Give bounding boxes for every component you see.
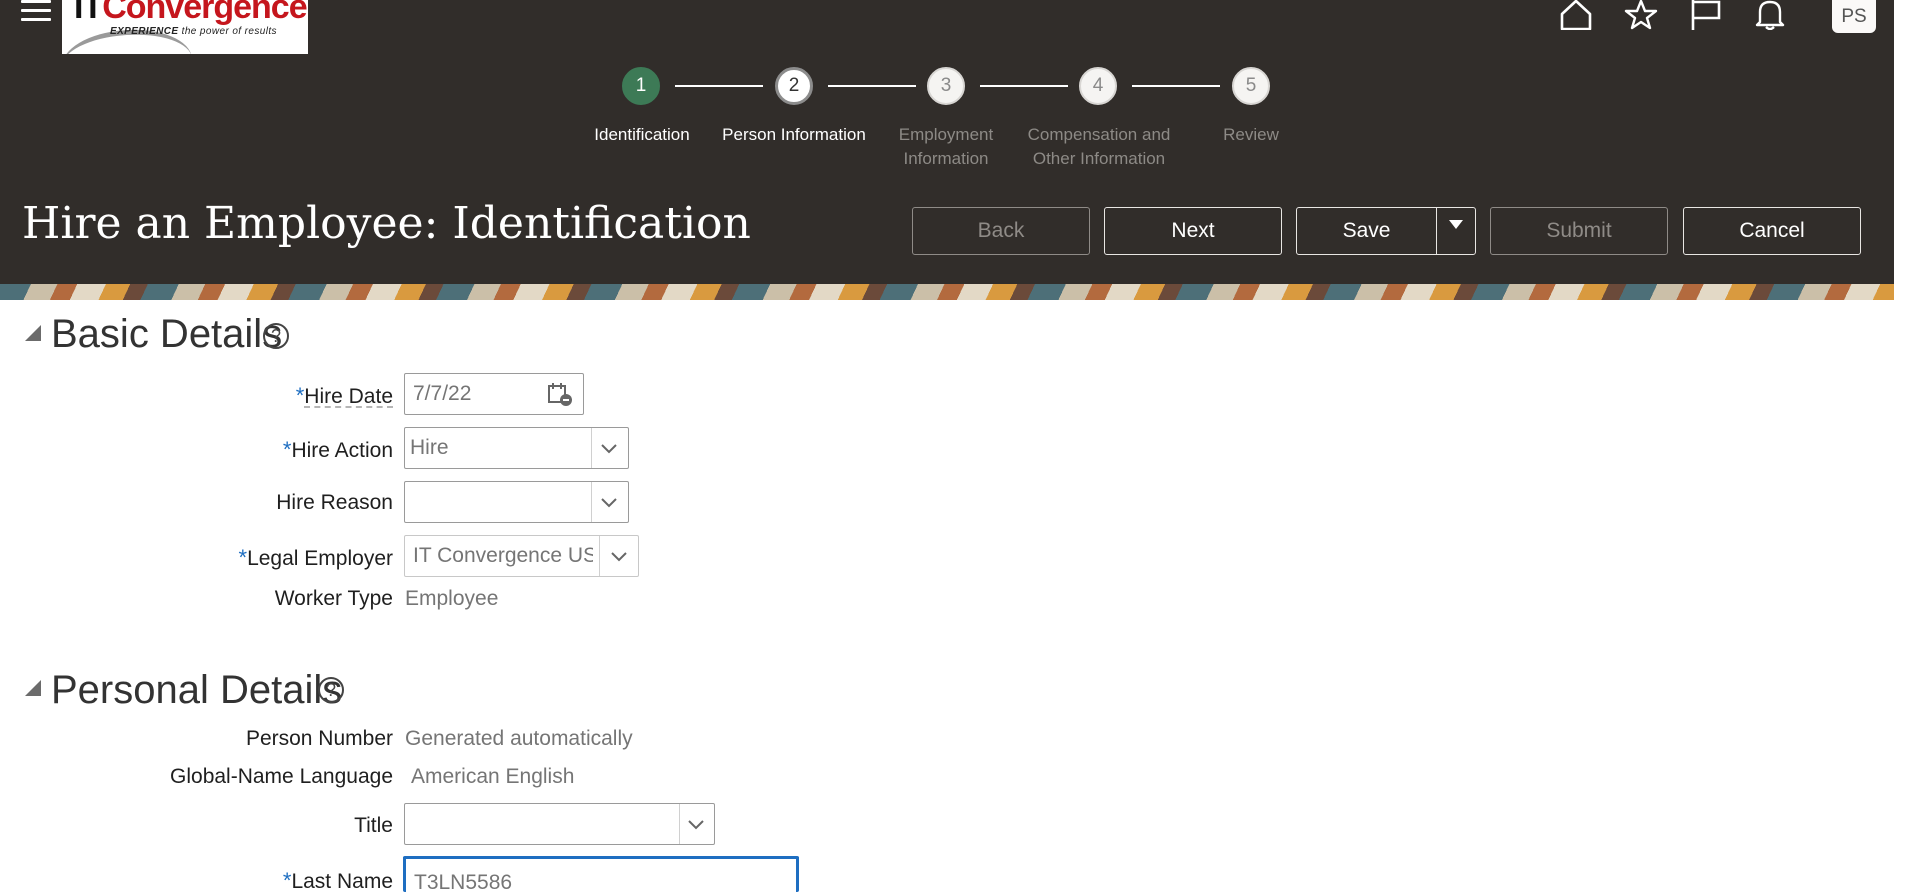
help-icon[interactable]: ? bbox=[263, 323, 289, 349]
train-step-1[interactable]: 1 bbox=[622, 67, 660, 105]
legal-employer-label: *Legal Employer bbox=[238, 545, 393, 570]
person-number-value: Generated automatically bbox=[405, 727, 633, 750]
train-step-2[interactable]: 2 bbox=[775, 67, 813, 105]
flag-icon[interactable] bbox=[1688, 0, 1724, 30]
bell-icon[interactable] bbox=[1752, 0, 1788, 31]
worker-type-value: Employee bbox=[405, 587, 499, 610]
train-step-4[interactable]: 4 bbox=[1079, 67, 1117, 105]
train-connector bbox=[1132, 85, 1220, 87]
basic-details-heading: Basic Details bbox=[51, 312, 283, 356]
chevron-down-icon[interactable] bbox=[687, 815, 705, 833]
collapse-section-icon[interactable] bbox=[25, 680, 41, 696]
last-name-label: *Last Name bbox=[282, 868, 393, 893]
back-button[interactable]: Back bbox=[912, 207, 1090, 255]
company-logo[interactable]: ITConvergence® EXPERIENCE the power of r… bbox=[62, 0, 308, 54]
global-name-language-value: American English bbox=[411, 765, 575, 788]
personal-details-heading: Personal Details bbox=[51, 668, 343, 712]
train-step-3[interactable]: 3 bbox=[927, 67, 965, 105]
hire-action-select[interactable]: Hire bbox=[404, 427, 629, 469]
train-connector bbox=[980, 85, 1068, 87]
save-button[interactable]: Save bbox=[1297, 208, 1437, 254]
last-name-input[interactable]: T3LN5586 bbox=[403, 856, 799, 894]
required-marker: * bbox=[295, 383, 305, 408]
page-scrollbar[interactable] bbox=[1894, 0, 1920, 892]
star-icon[interactable] bbox=[1623, 0, 1659, 30]
decorative-banner bbox=[0, 284, 1894, 300]
worker-type-label: Worker Type bbox=[274, 587, 393, 610]
user-avatar[interactable]: PS bbox=[1832, 0, 1876, 33]
hire-employee-page: ITConvergence® EXPERIENCE the power of r… bbox=[0, 0, 1920, 894]
help-icon[interactable]: ? bbox=[318, 677, 344, 703]
calendar-icon[interactable] bbox=[547, 383, 573, 412]
hire-date-input[interactable]: 7/7/22 bbox=[404, 373, 584, 415]
train-connector bbox=[675, 85, 763, 87]
hire-date-label: *Hire Date bbox=[295, 383, 393, 408]
train-connector bbox=[828, 85, 916, 87]
title-select[interactable] bbox=[404, 803, 715, 845]
submit-button[interactable]: Submit bbox=[1490, 207, 1668, 255]
chevron-down-icon[interactable] bbox=[610, 547, 628, 565]
hire-reason-label: Hire Reason bbox=[276, 491, 393, 514]
page-header: ITConvergence® EXPERIENCE the power of r… bbox=[0, 0, 1894, 284]
train-step-4-label[interactable]: Compensation and Other Information bbox=[1014, 123, 1184, 171]
train-step-1-label[interactable]: Identification bbox=[557, 123, 727, 147]
legal-employer-select[interactable]: IT Convergence USA bbox=[404, 535, 639, 577]
cancel-button[interactable]: Cancel bbox=[1683, 207, 1861, 255]
hire-action-label: *Hire Action bbox=[282, 437, 393, 462]
collapse-section-icon[interactable] bbox=[25, 325, 41, 341]
train-step-2-label[interactable]: Person Information bbox=[709, 123, 879, 147]
person-number-label: Person Number bbox=[245, 727, 393, 750]
menu-icon[interactable] bbox=[21, 0, 51, 26]
chevron-down-icon[interactable] bbox=[600, 493, 618, 511]
train-step-5[interactable]: 5 bbox=[1232, 67, 1270, 105]
hire-reason-select[interactable] bbox=[404, 481, 629, 523]
chevron-down-icon[interactable] bbox=[600, 439, 618, 457]
next-button[interactable]: Next bbox=[1104, 207, 1282, 255]
train-step-5-label[interactable]: Review bbox=[1166, 123, 1336, 147]
page-title: Hire an Employee: Identification bbox=[22, 198, 751, 249]
save-split-button: Save bbox=[1296, 207, 1476, 255]
save-menu-caret-icon[interactable] bbox=[1437, 208, 1475, 254]
train-step-3-label[interactable]: Employment Information bbox=[861, 123, 1031, 171]
global-name-language-label: Global-Name Language bbox=[170, 765, 393, 788]
title-label: Title bbox=[354, 814, 393, 837]
home-icon[interactable] bbox=[1558, 0, 1594, 31]
